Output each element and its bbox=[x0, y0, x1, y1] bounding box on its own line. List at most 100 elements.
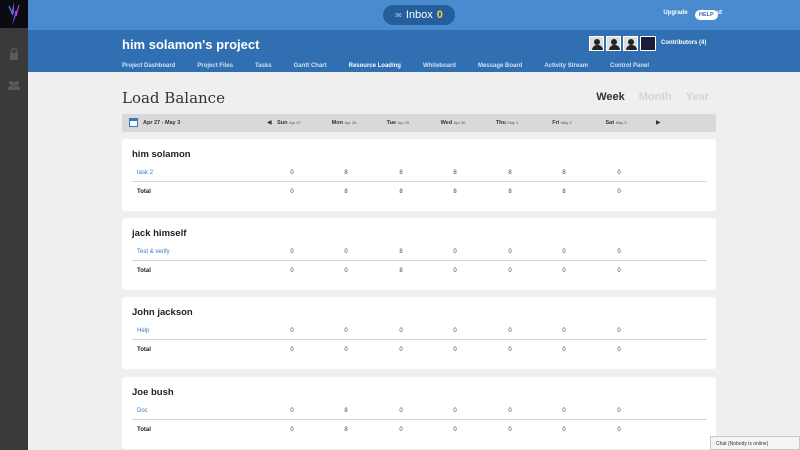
day-date: Apr 27 bbox=[289, 120, 301, 125]
total-cell: 8 bbox=[562, 189, 566, 195]
total-cell: 0 bbox=[508, 427, 512, 433]
table-row: Doc 0 8 0 0 0 0 0 bbox=[132, 404, 707, 420]
total-cell: 8 bbox=[453, 189, 457, 195]
calendar-icon[interactable] bbox=[129, 118, 138, 127]
tab-activity-stream[interactable]: Activity Stream bbox=[544, 63, 588, 69]
project-title: him solamon's project bbox=[122, 37, 260, 52]
top-bar: ✉ Inbox 0 Upgrade Logout HELP bbox=[28, 0, 800, 30]
day-header: Mon Apr 28 bbox=[321, 120, 367, 126]
contributors-link[interactable]: Contributors (4) bbox=[661, 40, 706, 46]
hours-cell: 0 bbox=[617, 328, 621, 334]
hours-cell: 0 bbox=[508, 249, 512, 255]
project-header: him solamon's project Contributors (4) P… bbox=[28, 30, 800, 72]
hours-cell: 0 bbox=[562, 249, 566, 255]
lock-icon[interactable] bbox=[7, 47, 21, 61]
hours-cell: 8 bbox=[344, 170, 348, 176]
inbox-button[interactable]: ✉ Inbox 0 bbox=[383, 5, 455, 25]
task-link[interactable]: Help bbox=[137, 328, 149, 334]
inbox-count: 0 bbox=[436, 9, 443, 21]
tab-whiteboard[interactable]: Whiteboard bbox=[423, 63, 456, 69]
app-logo[interactable] bbox=[0, 0, 28, 28]
hours-cell: 0 bbox=[562, 408, 566, 414]
tab-control-panel[interactable]: Control Panel bbox=[610, 63, 649, 69]
total-cell: 0 bbox=[453, 347, 457, 353]
total-cell: 0 bbox=[290, 347, 294, 353]
hours-cell: 0 bbox=[344, 328, 348, 334]
total-cell: 8 bbox=[508, 189, 512, 195]
avatar[interactable] bbox=[640, 36, 656, 51]
day-date: May 3 bbox=[615, 120, 627, 125]
total-cell: 0 bbox=[508, 268, 512, 274]
project-tabs: Project Dashboard Project Files Tasks Ga… bbox=[122, 63, 649, 69]
day-header: Sun Apr 27 bbox=[266, 120, 312, 126]
day-name: Sat bbox=[605, 120, 615, 126]
upgrade-link[interactable]: Upgrade bbox=[663, 10, 687, 16]
task-link[interactable]: Test & verify bbox=[137, 249, 170, 255]
person-card: him solamon task 2 0 8 8 8 8 8 0 Total 0… bbox=[122, 139, 716, 211]
total-cell: 0 bbox=[290, 189, 294, 195]
view-switcher: Week Month Year bbox=[596, 91, 709, 103]
chat-bar[interactable]: Chat (Nobody is online) bbox=[710, 436, 800, 450]
person-card: Joe bush Doc 0 8 0 0 0 0 0 Total 0 8 0 0… bbox=[122, 377, 716, 449]
avatar[interactable] bbox=[606, 36, 621, 51]
hours-cell: 0 bbox=[399, 408, 403, 414]
hours-cell: 0 bbox=[453, 328, 457, 334]
tab-project-dashboard[interactable]: Project Dashboard bbox=[122, 63, 175, 69]
day-date: May 1 bbox=[507, 120, 519, 125]
hours-cell: 0 bbox=[508, 408, 512, 414]
view-month[interactable]: Month bbox=[639, 91, 672, 103]
tab-resource-loading[interactable]: Resource Loading bbox=[349, 63, 401, 69]
total-cell: 8 bbox=[344, 189, 348, 195]
day-header: Wed Apr 30 bbox=[430, 120, 476, 126]
page-title: Load Balance bbox=[122, 89, 225, 107]
day-header: Tue Apr 29 bbox=[375, 120, 421, 126]
person-card: John jackson Help 0 0 0 0 0 0 0 Total 0 … bbox=[122, 297, 716, 369]
total-row: Total 0 8 0 0 0 0 0 bbox=[132, 423, 707, 439]
tab-project-files[interactable]: Project Files bbox=[197, 63, 233, 69]
total-cell: 0 bbox=[453, 427, 457, 433]
total-label: Total bbox=[137, 347, 151, 353]
total-cell: 0 bbox=[290, 268, 294, 274]
task-link[interactable]: task 2 bbox=[137, 170, 153, 176]
day-name: Thu bbox=[495, 120, 506, 126]
day-header: Thu May 1 bbox=[484, 120, 530, 126]
total-cell: 0 bbox=[562, 427, 566, 433]
avatar[interactable] bbox=[623, 36, 638, 51]
day-date: Apr 30 bbox=[453, 120, 466, 125]
hours-cell: 8 bbox=[399, 249, 403, 255]
tab-gantt-chart[interactable]: Gantt Chart bbox=[294, 63, 327, 69]
total-cell: 0 bbox=[617, 347, 621, 353]
total-cell: 0 bbox=[562, 347, 566, 353]
hours-cell: 0 bbox=[290, 408, 294, 414]
hours-cell: 8 bbox=[399, 170, 403, 176]
hours-cell: 0 bbox=[562, 328, 566, 334]
person-name: John jackson bbox=[132, 307, 193, 318]
hours-cell: 0 bbox=[290, 170, 294, 176]
next-week-arrow-icon[interactable]: ▶ bbox=[656, 119, 661, 126]
tab-tasks[interactable]: Tasks bbox=[255, 63, 272, 69]
total-label: Total bbox=[137, 189, 151, 195]
person-name: him solamon bbox=[132, 149, 191, 160]
view-year[interactable]: Year bbox=[686, 91, 709, 103]
hours-cell: 0 bbox=[290, 328, 294, 334]
hours-cell: 0 bbox=[344, 249, 348, 255]
hours-cell: 0 bbox=[453, 408, 457, 414]
table-row: Test & verify 0 0 8 0 0 0 0 bbox=[132, 245, 707, 261]
avatar[interactable] bbox=[589, 36, 604, 51]
hours-cell: 0 bbox=[453, 249, 457, 255]
tab-message-board[interactable]: Message Board bbox=[478, 63, 522, 69]
day-header: Sat May 3 bbox=[593, 120, 639, 126]
table-row: Help 0 0 0 0 0 0 0 bbox=[132, 324, 707, 340]
total-cell: 0 bbox=[617, 189, 621, 195]
hours-cell: 8 bbox=[508, 170, 512, 176]
total-label: Total bbox=[137, 427, 151, 433]
task-link[interactable]: Doc bbox=[137, 408, 148, 414]
day-name: Mon bbox=[331, 120, 343, 126]
load-balance-view: Load Balance Week Month Year Apr 27 - Ma… bbox=[122, 72, 716, 450]
people-icon[interactable] bbox=[7, 78, 21, 92]
total-cell: 0 bbox=[344, 268, 348, 274]
view-week[interactable]: Week bbox=[596, 91, 625, 103]
total-cell: 0 bbox=[617, 268, 621, 274]
person-name: jack himself bbox=[132, 228, 187, 239]
help-button[interactable]: HELP bbox=[695, 10, 718, 20]
